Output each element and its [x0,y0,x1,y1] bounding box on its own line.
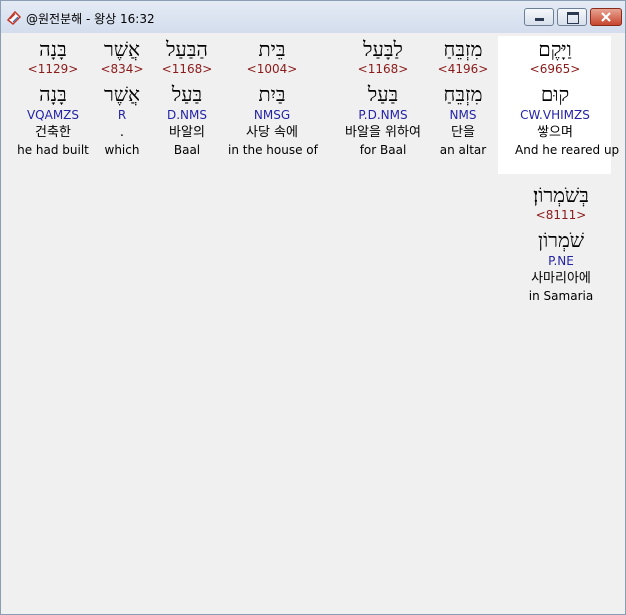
strong-number[interactable]: <1168> [153,62,221,77]
window-title: @원전분해 - 왕상 16:32 [26,12,155,26]
hebrew-word: לַבָּעַל [363,37,403,61]
minimize-button[interactable] [524,8,554,26]
lemma: בָּנָה [39,82,67,106]
word-column[interactable]: בֵּית <1004> בַּיִת NMSG 사당 속에 in the ho… [228,37,318,158]
korean-gloss: 바알의 [169,125,205,140]
strong-number[interactable]: <4196> [423,62,503,77]
lemma: בַּעַל [171,82,203,106]
title-bar[interactable]: @원전분해 - 왕상 16:32 [1,1,625,33]
hebrew-word: הַבַּעַל [166,37,208,61]
strong-number[interactable]: <8111> [511,208,611,223]
maximize-button[interactable] [557,8,587,26]
korean-gloss: 사마리아에 [531,271,591,286]
analysis-pane: וַיָּקֶם <6965> קוּם CW.VHIMZS 쌓으며 And h… [2,33,624,613]
morphology-code: CW.VHIMZS [520,108,590,122]
maximize-icon [567,12,579,24]
hebrew-word: מִזְבֵּחַ [443,37,483,61]
lemma: בַּעַל [367,82,399,106]
word-column[interactable]: לַבָּעַל <1168> בַּעַל P.D.NMS 바알을 위하여 f… [335,37,431,158]
word-column[interactable]: אֲשֶׁר <834> אֲשֶׁר R . which [96,37,148,158]
korean-gloss: 단을 [451,125,475,140]
close-button[interactable] [590,8,622,26]
morphology-code: NMSG [253,108,291,122]
app-window: @원전분해 - 왕상 16:32 וַיָּקֶם <6965> קוּם CW… [0,0,626,615]
word-column[interactable]: וַיָּקֶם <6965> קוּם CW.VHIMZS 쌓으며 And h… [515,37,620,158]
korean-gloss: . [119,125,125,140]
morphology-code: D.NMS [166,108,207,122]
close-icon [591,9,621,25]
strong-number[interactable]: <834> [96,62,148,77]
korean-gloss: 바알을 위하여 [345,125,421,140]
lemma: קוּם [540,82,570,106]
lemma: אֲשֶׁר [104,82,140,106]
english-gloss: And he reared up [515,143,620,157]
english-gloss: Baal [173,143,201,157]
hebrew-word: וַיָּקֶם [538,37,572,61]
strong-number[interactable]: <1168> [335,62,431,77]
morphology-code: NMS [449,108,477,122]
word-column[interactable]: בְּשֹׁמְרוֹן׃ <8111> שֹׁמְרוֹן P.NE 사마리아… [511,183,611,304]
lemma: בַּיִת [258,82,286,106]
morphology-code: VQAMZS [26,108,80,122]
hebrew-word: בֵּית [258,37,286,61]
word-column[interactable]: בָּנָה <1129> בָּנָה VQAMZS 건축한 he had b… [14,37,92,158]
lemma: שֹׁמְרוֹן [537,228,585,252]
hebrew-word: אֲשֶׁר [104,37,140,61]
strong-number[interactable]: <1004> [228,62,316,77]
english-gloss: an altar [439,143,487,157]
word-column[interactable]: הַבַּעַל <1168> בַּעַל D.NMS 바알의 Baal [153,37,221,158]
app-icon [6,10,22,26]
lemma: מִזְבֵּחַ [443,82,483,106]
morphology-code: P.NE [548,254,574,268]
english-gloss: for Baal [359,143,407,157]
korean-gloss: 건축한 [35,125,71,140]
hebrew-word: בְּשֹׁמְרוֹן׃ [533,183,589,207]
english-gloss: which [104,143,140,157]
english-gloss: in the house of [228,143,318,157]
morphology-code: P.D.NMS [358,108,408,122]
hebrew-word: בָּנָה [39,37,67,61]
strong-number[interactable]: <6965> [515,62,595,77]
english-gloss: in Samaria [528,289,594,303]
strong-number[interactable]: <1129> [14,62,92,77]
word-column[interactable]: מִזְבֵּחַ <4196> מִזְבֵּחַ NMS 단을 an alt… [423,37,503,158]
english-gloss: he had built [17,143,89,157]
minimize-icon [535,18,544,21]
korean-gloss: 쌓으며 [537,125,573,140]
korean-gloss: 사당 속에 [246,125,298,140]
morphology-code: R [117,108,127,122]
